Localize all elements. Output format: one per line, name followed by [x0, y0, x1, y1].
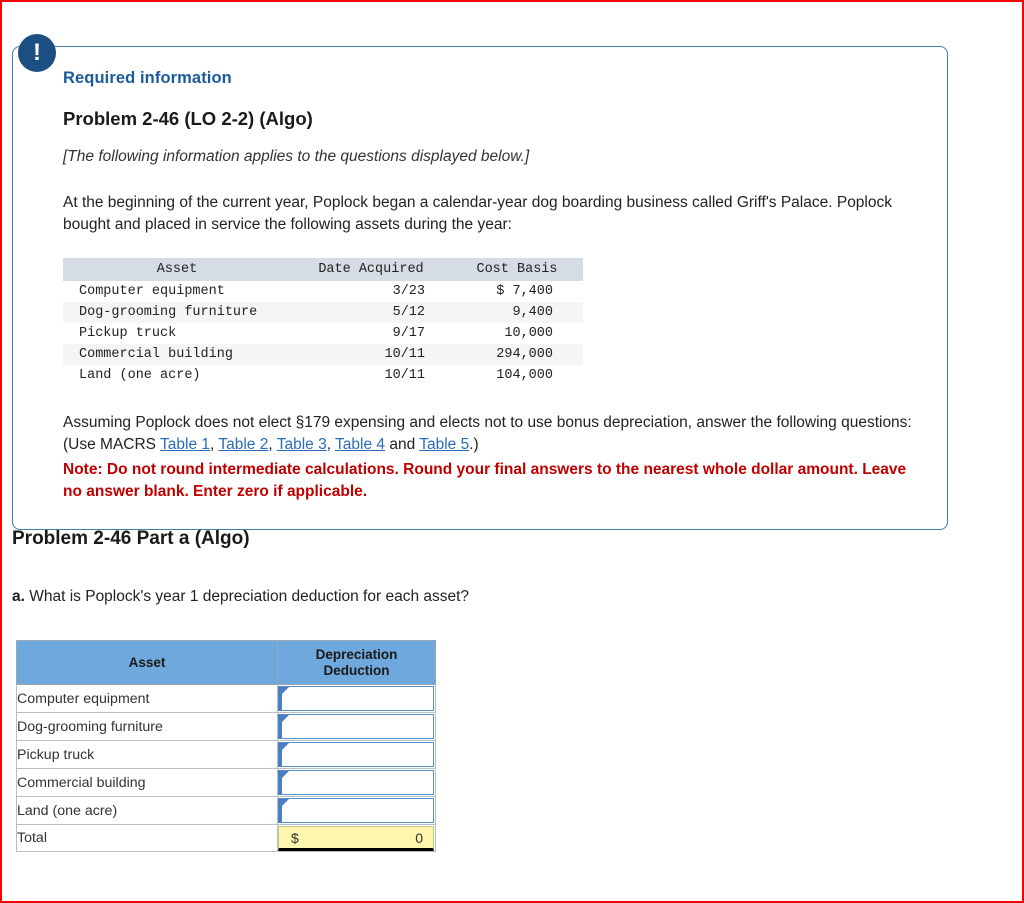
header-line-1: Depreciation — [316, 647, 398, 662]
link-table-4[interactable]: Table 4 — [335, 436, 385, 453]
required-information-heading: Required information — [63, 69, 921, 88]
table-row-total: Total $0 — [17, 825, 436, 852]
question-marker: a. — [12, 588, 25, 605]
intro-paragraph: At the beginning of the current year, Po… — [63, 192, 918, 236]
link-separator: , — [327, 436, 335, 453]
col-header-asset: Asset — [63, 258, 291, 281]
table-row: Land (one acre) 10/11 104,000 — [63, 365, 583, 386]
answer-header-row: Asset DepreciationDeduction — [17, 641, 436, 685]
table-row: Pickup truck — [17, 741, 436, 769]
total-cell: $0 — [278, 825, 436, 852]
col-header-date-acquired: Date Acquired — [291, 258, 451, 281]
cell-cost: $ 7,400 — [451, 281, 583, 302]
deduction-input-pickup-truck[interactable] — [278, 742, 434, 767]
link-table-3[interactable]: Table 3 — [277, 436, 327, 453]
row-label-computer-equipment: Computer equipment — [17, 685, 278, 713]
page-root: ! Required information Problem 2-46 (LO … — [2, 2, 1022, 901]
row-label-land-one-acre: Land (one acre) — [17, 797, 278, 825]
input-cell-commercial-building[interactable] — [278, 769, 436, 797]
cell-date: 5/12 — [291, 302, 451, 323]
row-label-pickup-truck: Pickup truck — [17, 741, 278, 769]
total-value-box: $0 — [278, 826, 434, 851]
cell-date: 10/11 — [291, 365, 451, 386]
required-information-card: ! Required information Problem 2-46 (LO … — [12, 46, 948, 530]
assumption-text-end: .) — [469, 436, 478, 453]
deduction-input-land-one-acre[interactable] — [278, 798, 434, 823]
table-row: Commercial building — [17, 769, 436, 797]
row-label-dog-grooming-furniture: Dog-grooming furniture — [17, 713, 278, 741]
cell-cost: 9,400 — [451, 302, 583, 323]
answer-col-header-depreciation-deduction: DepreciationDeduction — [278, 641, 436, 685]
question-text: What is Poplock's year 1 depreciation de… — [25, 588, 469, 605]
cell-cost: 294,000 — [451, 344, 583, 365]
table-row: Computer equipment 3/23 $ 7,400 — [63, 281, 583, 302]
table-row: Dog-grooming furniture 5/12 9,400 — [63, 302, 583, 323]
table-row: Computer equipment — [17, 685, 436, 713]
table-header-row: Asset Date Acquired Cost Basis — [63, 258, 583, 281]
rounding-note: Note: Do not round intermediate calculat… — [63, 459, 921, 503]
cell-asset: Dog-grooming furniture — [63, 302, 291, 323]
cell-cost: 104,000 — [451, 365, 583, 386]
cell-date: 10/11 — [291, 344, 451, 365]
input-cell-dog-grooming-furniture[interactable] — [278, 713, 436, 741]
cell-asset: Pickup truck — [63, 323, 291, 344]
input-cell-land-one-acre[interactable] — [278, 797, 436, 825]
input-cell-pickup-truck[interactable] — [278, 741, 436, 769]
header-line-2: Deduction — [324, 663, 390, 678]
link-table-2[interactable]: Table 2 — [218, 436, 268, 453]
link-conjunction: and — [385, 436, 419, 453]
deduction-input-dog-grooming-furniture[interactable] — [278, 714, 434, 739]
input-cell-computer-equipment[interactable] — [278, 685, 436, 713]
row-label-commercial-building: Commercial building — [17, 769, 278, 797]
table-row: Pickup truck 9/17 10,000 — [63, 323, 583, 344]
cell-date: 9/17 — [291, 323, 451, 344]
table-row: Dog-grooming furniture — [17, 713, 436, 741]
cell-asset: Computer equipment — [63, 281, 291, 302]
link-table-1[interactable]: Table 1 — [160, 436, 210, 453]
link-separator: , — [268, 436, 276, 453]
deduction-input-computer-equipment[interactable] — [278, 686, 434, 711]
assumption-paragraph: Assuming Poplock does not elect §179 exp… — [63, 412, 921, 457]
table-row: Land (one acre) — [17, 797, 436, 825]
col-header-cost-basis: Cost Basis — [451, 258, 583, 281]
total-value: 0 — [415, 830, 423, 846]
cell-asset: Commercial building — [63, 344, 291, 365]
table-row: Commercial building 10/11 294,000 — [63, 344, 583, 365]
page-title: Problem 2-46 (LO 2-2) (Algo) — [63, 108, 921, 130]
answer-col-header-asset: Asset — [17, 641, 278, 685]
question-a: a. What is Poplock's year 1 depreciation… — [12, 588, 469, 606]
link-table-5[interactable]: Table 5 — [419, 436, 469, 453]
asset-info-table: Asset Date Acquired Cost Basis Computer … — [63, 258, 583, 386]
cell-asset: Land (one acre) — [63, 365, 291, 386]
cell-cost: 10,000 — [451, 323, 583, 344]
currency-symbol: $ — [291, 830, 299, 846]
exclamation-icon: ! — [18, 34, 56, 72]
part-a-heading: Problem 2-46 Part a (Algo) — [12, 528, 250, 550]
required-information-body: Required information Problem 2-46 (LO 2-… — [12, 46, 948, 530]
row-label-total: Total — [17, 825, 278, 852]
applies-to-note: [The following information applies to th… — [63, 148, 921, 166]
depreciation-answer-table: Asset DepreciationDeduction Computer equ… — [16, 640, 436, 852]
deduction-input-commercial-building[interactable] — [278, 770, 434, 795]
answer-table-container: Asset DepreciationDeduction Computer equ… — [16, 640, 436, 852]
cell-date: 3/23 — [291, 281, 451, 302]
